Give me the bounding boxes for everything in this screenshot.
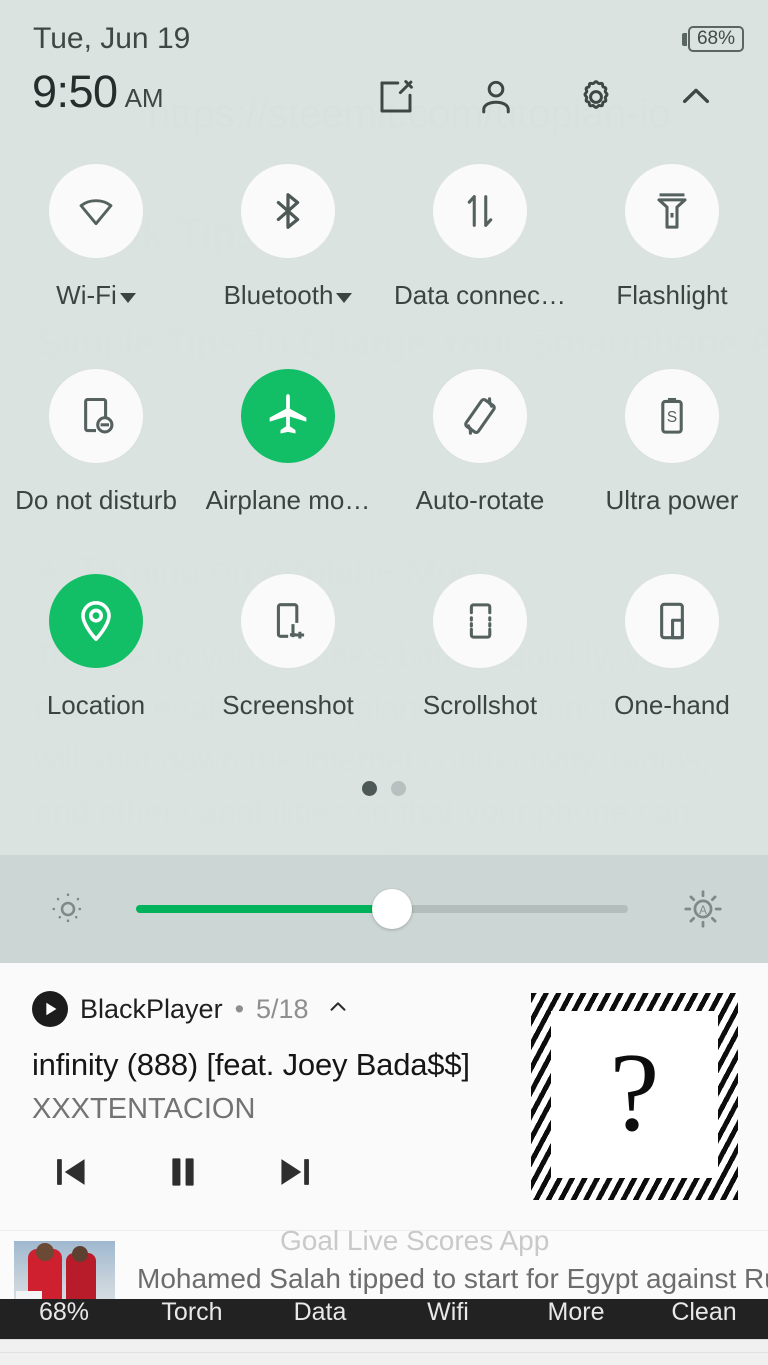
- bluetooth-icon: [241, 164, 335, 258]
- collapse-icon[interactable]: [646, 64, 746, 130]
- brightness-auto-icon[interactable]: A: [638, 887, 768, 931]
- album-art-field: ?: [551, 1011, 718, 1178]
- tile-label-scrollshot: Scrollshot: [422, 690, 538, 720]
- brightness-low-icon: [0, 889, 136, 929]
- tile-data-connection[interactable]: Data connec…: [384, 164, 576, 311]
- svg-text:A: A: [699, 904, 707, 917]
- screenshot-icon: [241, 574, 335, 668]
- wifi-icon: [49, 164, 143, 258]
- tile-one-hand[interactable]: One-hand: [576, 574, 768, 721]
- page-dot-1[interactable]: [362, 781, 377, 796]
- tile-label-one-hand: One-hand: [614, 690, 730, 720]
- brightness-row: A: [0, 855, 768, 963]
- tile-row-2: Do not disturb Airplane mo… Auto-rotate …: [0, 369, 768, 516]
- widget-torch[interactable]: Torch: [128, 1299, 256, 1332]
- one-hand-icon: [625, 574, 719, 668]
- time-label: 9:50: [32, 66, 118, 117]
- widget-data[interactable]: Data: [256, 1299, 384, 1332]
- quick-settings-panel: Tue, Jun 19 9:50 AM 68% Wi-Fi Bluetooth …: [0, 0, 768, 855]
- news-app-title: Goal Live Scores App: [280, 1225, 550, 1256]
- auto-rotate-icon: [433, 369, 527, 463]
- tile-bluetooth[interactable]: Bluetooth: [192, 164, 384, 311]
- tile-label-location: Location: [46, 690, 146, 720]
- battery-indicator: 68%: [681, 26, 744, 52]
- news-headline: Mohamed Salah tipped to start for Egypt …: [137, 1262, 768, 1294]
- scrollshot-icon: [433, 574, 527, 668]
- tile-scrollshot[interactable]: Scrollshot: [384, 574, 576, 721]
- tile-label-wifi: Wi-Fi: [56, 280, 117, 310]
- tile-label-data-connection: Data connec…: [394, 280, 566, 310]
- tile-row-1: Wi-Fi Bluetooth Data connec… Flashlight: [0, 164, 768, 311]
- app-name-label: BlackPlayer: [80, 993, 223, 1024]
- clock[interactable]: 9:50 AM: [32, 66, 164, 118]
- widget-wifi[interactable]: Wifi: [384, 1299, 512, 1332]
- tile-label-airplane-mode: Airplane mo…: [205, 485, 371, 515]
- widget-toolbar: 68% Torch Data Wifi More Clean: [0, 1299, 768, 1339]
- tile-label-screenshot: Screenshot: [222, 690, 354, 720]
- bottom-strip: [0, 1339, 768, 1365]
- album-art-symbol: ?: [609, 1031, 660, 1155]
- svg-text:S: S: [667, 409, 677, 426]
- pause-button[interactable]: [158, 1148, 214, 1196]
- tile-label-ultra-power: Ultra power: [605, 485, 739, 515]
- brightness-slider[interactable]: [136, 889, 628, 929]
- quick-settings-tiles: Wi-Fi Bluetooth Data connec… Flashlight …: [0, 152, 768, 796]
- album-art[interactable]: ?: [531, 993, 738, 1200]
- tile-flashlight[interactable]: Flashlight: [576, 164, 768, 311]
- data-connection-icon: [433, 164, 527, 258]
- page-indicator: [0, 781, 768, 796]
- widget-more[interactable]: More: [512, 1299, 640, 1332]
- android-quick-settings-screen: https://steemit.com/utopian-io Geek Tips…: [0, 0, 768, 1365]
- slider-fill: [136, 905, 392, 913]
- tile-do-not-disturb[interactable]: Do not disturb: [0, 369, 192, 516]
- airplane-icon: [241, 369, 335, 463]
- meridiem-label: AM: [124, 83, 164, 113]
- tile-row-3: Location Screenshot Scrollshot One-hand: [0, 574, 768, 721]
- next-button[interactable]: [270, 1148, 326, 1196]
- chevron-up-icon[interactable]: [325, 994, 351, 1025]
- blackplayer-app-icon: [32, 991, 68, 1027]
- tile-location[interactable]: Location: [0, 574, 192, 721]
- tile-airplane-mode[interactable]: Airplane mo…: [192, 369, 384, 516]
- separator-dot: •: [234, 993, 245, 1024]
- status-header: Tue, Jun 19 9:50 AM 68%: [0, 0, 768, 152]
- battery-terminal-icon: [681, 32, 687, 46]
- tile-label-bluetooth: Bluetooth: [223, 280, 334, 310]
- tile-screenshot[interactable]: Screenshot: [192, 574, 384, 721]
- settings-icon[interactable]: [546, 64, 646, 130]
- battery-percent-label: 68%: [687, 26, 744, 52]
- tile-ultra-power[interactable]: S Ultra power: [576, 369, 768, 516]
- widget-battery[interactable]: 68%: [0, 1299, 128, 1332]
- chevron-down-icon[interactable]: [119, 292, 136, 303]
- date-label: Tue, Jun 19: [33, 22, 191, 55]
- ultra-power-icon: S: [625, 369, 719, 463]
- tile-wifi[interactable]: Wi-Fi: [0, 164, 192, 311]
- media-notification[interactable]: BlackPlayer • 5/18 infinity (888) [feat.…: [0, 963, 768, 1230]
- slider-knob[interactable]: [371, 889, 412, 929]
- tile-label-flashlight: Flashlight: [616, 280, 728, 310]
- track-position-label: 5/18: [256, 993, 309, 1024]
- tile-label-auto-rotate: Auto-rotate: [415, 485, 545, 515]
- do-not-disturb-icon: [49, 369, 143, 463]
- previous-button[interactable]: [46, 1148, 102, 1196]
- flashlight-icon: [625, 164, 719, 258]
- edit-icon[interactable]: [346, 64, 446, 130]
- header-actions: [346, 64, 746, 130]
- user-icon[interactable]: [446, 64, 546, 130]
- page-dot-2[interactable]: [391, 781, 406, 796]
- tile-auto-rotate[interactable]: Auto-rotate: [384, 369, 576, 516]
- widget-clean[interactable]: Clean: [640, 1299, 768, 1332]
- tile-label-do-not-disturb: Do not disturb: [15, 485, 177, 515]
- chevron-down-icon[interactable]: [336, 292, 353, 303]
- location-icon: [49, 574, 143, 668]
